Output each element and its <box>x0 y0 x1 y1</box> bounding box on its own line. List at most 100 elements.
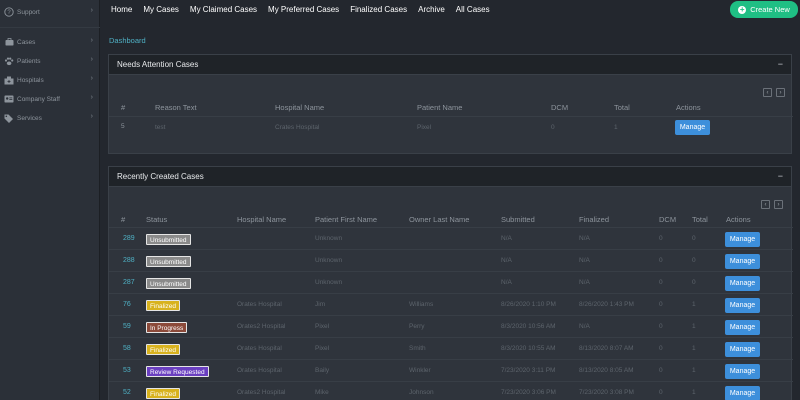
row-divider <box>109 227 793 228</box>
sidebar-item-company-staff[interactable]: Company Staff › <box>0 90 100 108</box>
next-page-icon[interactable]: › <box>774 200 783 209</box>
chevron-right-icon: › <box>90 113 93 120</box>
create-new-button[interactable]: + Create New <box>730 1 798 18</box>
column-header: Hospital Name <box>237 215 287 224</box>
column-header: Total <box>614 103 630 112</box>
cell-dcm: 0 <box>551 124 555 131</box>
next-page-icon[interactable]: › <box>776 88 785 97</box>
cell-hospital: Orates Hospital <box>237 367 282 374</box>
manage-button[interactable]: Manage <box>725 364 760 379</box>
cell-hospital: Orates2 Hospital <box>237 389 286 396</box>
row-divider <box>109 293 793 294</box>
cell-finalized: 7/23/2020 3:08 PM <box>579 389 634 396</box>
cell-id[interactable]: 58 <box>123 345 131 352</box>
breadcrumb[interactable]: Dashboard <box>109 36 146 45</box>
cell-finalized: N/A <box>579 323 590 330</box>
column-header: Submitted <box>501 215 535 224</box>
cell-id[interactable]: 289 <box>123 235 135 242</box>
column-header: DCM <box>551 103 569 112</box>
cell-id[interactable]: 52 <box>123 389 131 396</box>
cell-total: 1 <box>692 301 696 308</box>
sidebar-item-hospitals[interactable]: Hospitals › <box>0 71 100 89</box>
cell-finalized: 8/26/2020 1:43 PM <box>579 301 634 308</box>
cell-patient-first-name: Unknown <box>315 257 343 264</box>
prev-page-icon[interactable]: ‹ <box>761 200 770 209</box>
cell-dcm: 0 <box>659 301 663 308</box>
cell-owner-last-name: Perry <box>409 323 425 330</box>
nav-my-claimed-cases[interactable]: My Claimed Cases <box>190 5 257 14</box>
cell-finalized: N/A <box>579 279 590 286</box>
row-divider <box>109 359 793 360</box>
manage-button[interactable]: Manage <box>675 120 710 135</box>
column-header: Patient Name <box>417 103 463 112</box>
sidebar-divider <box>0 27 100 28</box>
status-badge: Unsubmitted <box>146 234 191 245</box>
panel-header: Recently Created Cases − <box>109 167 791 187</box>
paw-icon <box>3 56 15 66</box>
column-header: Actions <box>726 215 751 224</box>
cell-total: 1 <box>692 345 696 352</box>
column-header: Reason Text <box>155 103 197 112</box>
sidebar-item-label: Cases <box>17 38 36 46</box>
manage-button[interactable]: Manage <box>725 298 760 313</box>
cell-total: 1 <box>692 389 696 396</box>
collapse-icon[interactable]: − <box>778 171 783 181</box>
cell-id: 5 <box>121 123 125 130</box>
sidebar-item-patients[interactable]: Patients › <box>0 52 100 70</box>
nav-my-cases[interactable]: My Cases <box>143 5 179 14</box>
column-header: # <box>121 103 126 112</box>
prev-page-icon[interactable]: ‹ <box>763 88 772 97</box>
cell-submitted: 7/23/2020 3:06 PM <box>501 389 556 396</box>
sidebar-item-services[interactable]: Services › <box>0 109 100 127</box>
nav-my-preferred-cases[interactable]: My Preferred Cases <box>268 5 339 14</box>
chevron-right-icon: › <box>90 7 93 14</box>
row-divider <box>109 271 793 272</box>
manage-button[interactable]: Manage <box>725 276 760 291</box>
column-header: DCM <box>659 215 677 224</box>
cell-total: 0 <box>692 257 696 264</box>
manage-button[interactable]: Manage <box>725 342 760 357</box>
row-divider <box>109 116 793 117</box>
cell-patient-first-name: Baily <box>315 367 330 374</box>
manage-button[interactable]: Manage <box>725 254 760 269</box>
column-header: Owner Last Name <box>409 215 470 224</box>
collapse-icon[interactable]: − <box>778 59 783 69</box>
cell-id[interactable]: 288 <box>123 257 135 264</box>
cell-id[interactable]: 59 <box>123 323 131 330</box>
cell-submitted: 8/3/2020 10:56 AM <box>501 323 556 330</box>
manage-button[interactable]: Manage <box>725 386 760 400</box>
nav-archive[interactable]: Archive <box>418 5 445 14</box>
cell-owner-last-name: Williams <box>409 301 434 308</box>
cell-finalized: N/A <box>579 257 590 264</box>
sidebar-item-label: Patients <box>17 57 41 65</box>
nav-finalized-cases[interactable]: Finalized Cases <box>350 5 407 14</box>
briefcase-icon <box>3 37 15 47</box>
cell-submitted: 8/26/2020 1:10 PM <box>501 301 556 308</box>
cell-id[interactable]: 287 <box>123 279 135 286</box>
nav-home[interactable]: Home <box>111 5 132 14</box>
question-circle-icon: ? <box>3 7 15 17</box>
column-header: Actions <box>676 103 701 112</box>
manage-button[interactable]: Manage <box>725 320 760 335</box>
status-badge: Finalized <box>146 344 181 355</box>
column-header: # <box>121 215 126 224</box>
sidebar-item-cases[interactable]: Cases › <box>0 33 100 51</box>
column-header: Patient First Name <box>315 215 378 224</box>
nav-all-cases[interactable]: All Cases <box>456 5 490 14</box>
panel-title: Recently Created Cases <box>117 172 204 181</box>
cell-id[interactable]: 76 <box>123 301 131 308</box>
sidebar-item-label: Company Staff <box>17 95 60 103</box>
cell-total: 1 <box>692 367 696 374</box>
sidebar-item-label: Support <box>17 8 40 16</box>
cell-total: 1 <box>614 124 618 131</box>
sidebar-item-support[interactable]: ? Support › <box>0 3 100 21</box>
cell-total: 0 <box>692 279 696 286</box>
cell-submitted: N/A <box>501 257 512 264</box>
cell-hospital: Orates Hospital <box>237 301 282 308</box>
manage-button[interactable]: Manage <box>725 232 760 247</box>
cell-finalized: N/A <box>579 235 590 242</box>
cell-total: 0 <box>692 235 696 242</box>
sidebar-item-label: Hospitals <box>17 76 44 84</box>
row-divider <box>109 381 793 382</box>
cell-id[interactable]: 53 <box>123 367 131 374</box>
